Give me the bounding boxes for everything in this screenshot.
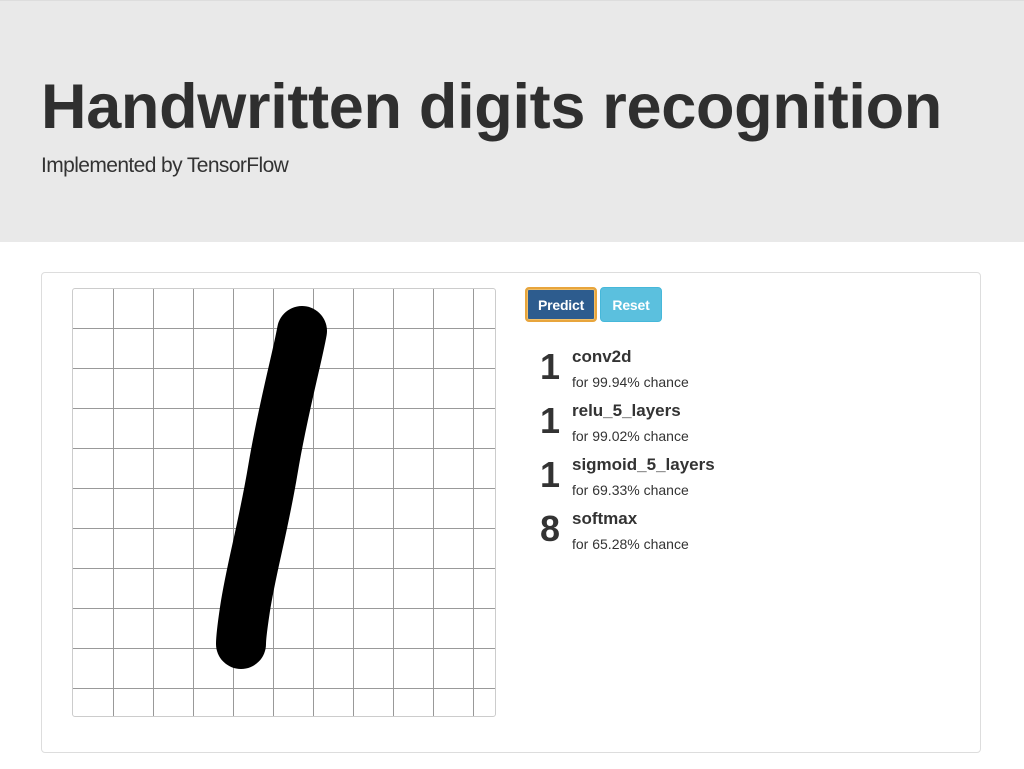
result-item-softmax: 8 softmax for 65.28% chance [540, 509, 840, 563]
result-item-sigmoid-5-layers: 1 sigmoid_5_layers for 69.33% chance [540, 455, 840, 509]
header-jumbotron: Handwritten digits recognition Implement… [0, 0, 1024, 242]
result-item-relu-5-layers: 1 relu_5_layers for 99.02% chance [540, 401, 840, 455]
prediction-chance: for 99.02% chance [572, 428, 689, 444]
predicted-digit: 1 [540, 454, 561, 495]
predicted-digit: 8 [540, 508, 561, 549]
page-subtitle: Implemented by TensorFlow [41, 154, 289, 177]
result-item-conv2d: 1 conv2d for 99.94% chance [540, 347, 840, 401]
drawing-canvas-surface[interactable] [73, 289, 496, 717]
predicted-digit: 1 [540, 400, 561, 441]
predicted-digit: 1 [540, 346, 561, 387]
prediction-chance: for 65.28% chance [572, 536, 689, 552]
prediction-chance: for 99.94% chance [572, 374, 689, 390]
model-name: sigmoid_5_layers [572, 455, 715, 474]
reset-button[interactable]: Reset [600, 287, 662, 322]
drawing-canvas[interactable] [72, 288, 496, 717]
prediction-chance: for 69.33% chance [572, 482, 689, 498]
model-name: relu_5_layers [572, 401, 681, 420]
model-name: softmax [572, 509, 638, 528]
predict-button[interactable]: Predict [525, 287, 597, 322]
handwritten-stroke [216, 306, 327, 669]
model-name: conv2d [572, 347, 632, 366]
page-title: Handwritten digits recognition [41, 72, 942, 142]
